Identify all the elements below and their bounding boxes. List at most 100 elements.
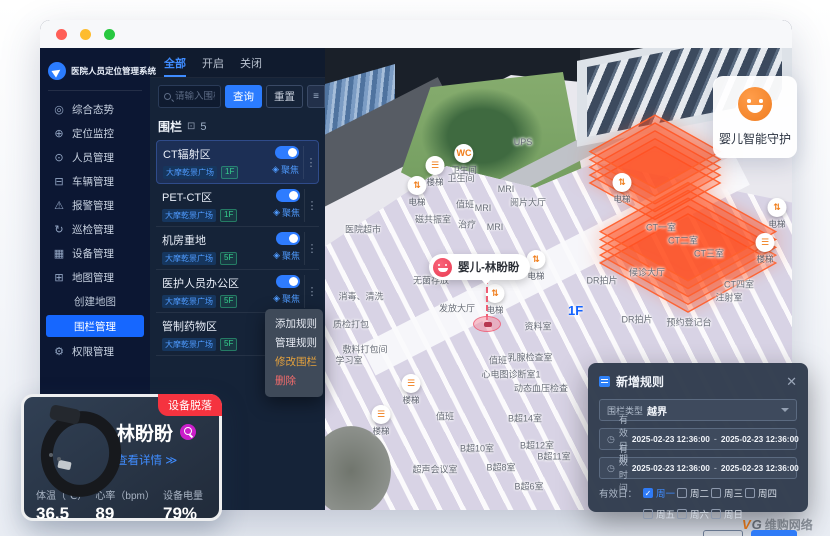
sidebar-item-车辆管理[interactable]: ⊟车辆管理: [40, 169, 150, 193]
fence-item[interactable]: PET-CT区大摩乾景广场1F◈聚焦⋮: [156, 184, 319, 227]
menu-item-添加规则[interactable]: 添加规则: [265, 315, 323, 334]
fence-item[interactable]: 医护人员办公区大摩乾景广场5F◈聚焦⋮: [156, 270, 319, 313]
device-icon: ▦: [53, 247, 65, 260]
focus-label: 聚焦: [282, 206, 300, 219]
floor-badge: 1F: [568, 303, 583, 318]
day-checkbox-周日[interactable]: 周日: [711, 507, 745, 521]
sidebar-item-围栏管理[interactable]: 围栏管理: [46, 315, 144, 337]
map-marker-电梯[interactable]: ⇅电梯: [486, 284, 505, 316]
kebab-menu-icon[interactable]: ⋮: [304, 232, 319, 265]
sidebar-item-地图管理[interactable]: ⊞地图管理: [40, 265, 150, 289]
room-label: 值班: [436, 410, 454, 423]
tab-enabled[interactable]: 开启: [202, 48, 224, 77]
kebab-menu-icon[interactable]: ⋮: [304, 189, 319, 222]
map-marker-楼梯[interactable]: ☰楼梯: [372, 405, 391, 437]
focus-button[interactable]: ◈聚焦: [272, 163, 299, 176]
minimize-window-button[interactable]: [80, 29, 91, 40]
menu-item-删除[interactable]: 删除: [265, 372, 323, 391]
cancel-button[interactable]: 取消: [703, 530, 743, 536]
room-label: CT二室: [668, 234, 698, 247]
room-label: 预约登记台: [666, 316, 711, 329]
fence-item[interactable]: CT辐射区大摩乾景广场1F◈聚焦⋮: [156, 140, 319, 184]
focus-button[interactable]: ◈聚焦: [273, 249, 300, 262]
kebab-menu-icon[interactable]: ⋮: [303, 146, 318, 179]
menu-item-管理规则[interactable]: 管理规则: [265, 334, 323, 353]
fence-enabled-toggle[interactable]: [276, 275, 300, 288]
sidebar-item-报警管理[interactable]: ⚠报警管理: [40, 193, 150, 217]
elevator-icon: ⇅: [613, 173, 632, 192]
view-details-link[interactable]: 查看详情 ≫: [116, 452, 213, 468]
app-logo: 医院人员定位管理系统: [40, 56, 150, 88]
date-end: 2025-02-23 12:36:00: [721, 434, 799, 444]
fence-item[interactable]: 机房重地大摩乾景广场5F◈聚焦⋮: [156, 227, 319, 270]
map-marker-楼梯[interactable]: ☰楼梯: [426, 156, 445, 188]
clock-icon: ◷: [607, 434, 615, 445]
tab-all[interactable]: 全部: [164, 48, 186, 77]
room-label: MRI: [475, 203, 492, 213]
room-label: 医院超市: [345, 223, 381, 236]
stairs-icon: ☰: [402, 374, 421, 393]
room-label: MRI: [498, 184, 515, 194]
range-separator: -: [714, 463, 717, 473]
day-checkbox-周六[interactable]: 周六: [677, 507, 711, 521]
fence-enabled-toggle[interactable]: [276, 232, 300, 245]
map-marker-电梯[interactable]: ⇅电梯: [408, 176, 427, 208]
valid-days-label: 有效日：: [599, 486, 637, 521]
tab-disabled[interactable]: 关闭: [240, 48, 262, 77]
sidebar-item-设备管理[interactable]: ▦设备管理: [40, 241, 150, 265]
marker-label: 卫生间: [451, 164, 477, 176]
close-icon[interactable]: ✕: [786, 375, 797, 388]
focus-icon: ◈: [273, 250, 280, 261]
day-checkbox-周二[interactable]: 周二: [677, 486, 711, 500]
baby-icon: [433, 258, 452, 277]
day-checkbox-周四[interactable]: 周四: [745, 486, 779, 500]
map-marker-卫生间[interactable]: WC卫生间: [451, 144, 477, 176]
room-label: B超8室: [486, 461, 515, 474]
room-label: 动态血压检查: [514, 382, 568, 395]
sidebar-item-权限管理[interactable]: ⚙权限管理: [40, 339, 150, 363]
confirm-button[interactable]: 确认: [751, 530, 797, 536]
stat-label: 心率（bpm）: [95, 487, 154, 502]
baby-guard-icon: [738, 87, 772, 121]
room-label: 候诊大厅: [629, 266, 665, 279]
map-marker-楼梯[interactable]: ☰楼梯: [756, 233, 775, 265]
floor-tag: 5F: [220, 252, 237, 265]
collapse-panel-icon[interactable]: ≡: [307, 85, 325, 108]
valid-time-range-input[interactable]: ◷ 有效时间 2025-02-23 12:36:00 - 2025-02-23 …: [599, 457, 797, 479]
kebab-menu-icon[interactable]: ⋮: [304, 275, 319, 308]
sidebar-item-巡检管理[interactable]: ↻巡检管理: [40, 217, 150, 241]
focus-button[interactable]: ◈聚焦: [273, 292, 300, 305]
baby-marker[interactable]: 婴儿-林盼盼: [429, 254, 530, 280]
valid-date-range-input[interactable]: ◷ 有效日期 2025-02-23 12:36:00 - 2025-02-23 …: [599, 428, 797, 450]
day-checkbox-周一[interactable]: ✓周一: [643, 486, 677, 500]
map-marker-楼梯[interactable]: ☰楼梯: [402, 374, 421, 406]
stairs-icon: ☰: [372, 405, 391, 424]
marker-label: 电梯: [768, 218, 787, 230]
zoom-window-button[interactable]: [104, 29, 115, 40]
marker-label: 楼梯: [756, 253, 775, 265]
baby-guard-card[interactable]: 婴儿智能守护: [713, 76, 797, 158]
search-box[interactable]: [158, 85, 221, 108]
map-marker-电梯[interactable]: ⇅电梯: [613, 173, 632, 205]
venue-tag: 大摩乾景广场: [162, 295, 216, 308]
fence-search-input[interactable]: [175, 91, 215, 102]
fence-type-select[interactable]: 围栏类型 越界: [599, 399, 797, 421]
sidebar-item-定位监控[interactable]: ⊕定位监控: [40, 121, 150, 145]
marker-label: 电梯: [527, 270, 546, 282]
menu-item-修改围栏[interactable]: 修改围栏: [265, 353, 323, 372]
fence-name: 机房重地: [162, 232, 258, 248]
sidebar-item-人员管理[interactable]: ⊙人员管理: [40, 145, 150, 169]
focus-button[interactable]: ◈聚焦: [273, 206, 300, 219]
close-window-button[interactable]: [56, 29, 67, 40]
day-checkbox-周五[interactable]: 周五: [643, 507, 677, 521]
sidebar-item-创建地图[interactable]: 创建地图: [40, 289, 150, 313]
map-marker-电梯[interactable]: ⇅电梯: [768, 198, 787, 230]
sidebar-item-综合态势[interactable]: ◎综合态势: [40, 97, 150, 121]
fence-enabled-toggle[interactable]: [275, 146, 299, 159]
fence-enabled-toggle[interactable]: [276, 189, 300, 202]
checkbox-icon: [711, 488, 721, 498]
wristband-image: [32, 407, 112, 479]
day-checkbox-周三[interactable]: 周三: [711, 486, 745, 500]
query-button[interactable]: 查询: [225, 85, 262, 108]
reset-button[interactable]: 重置: [266, 85, 303, 108]
